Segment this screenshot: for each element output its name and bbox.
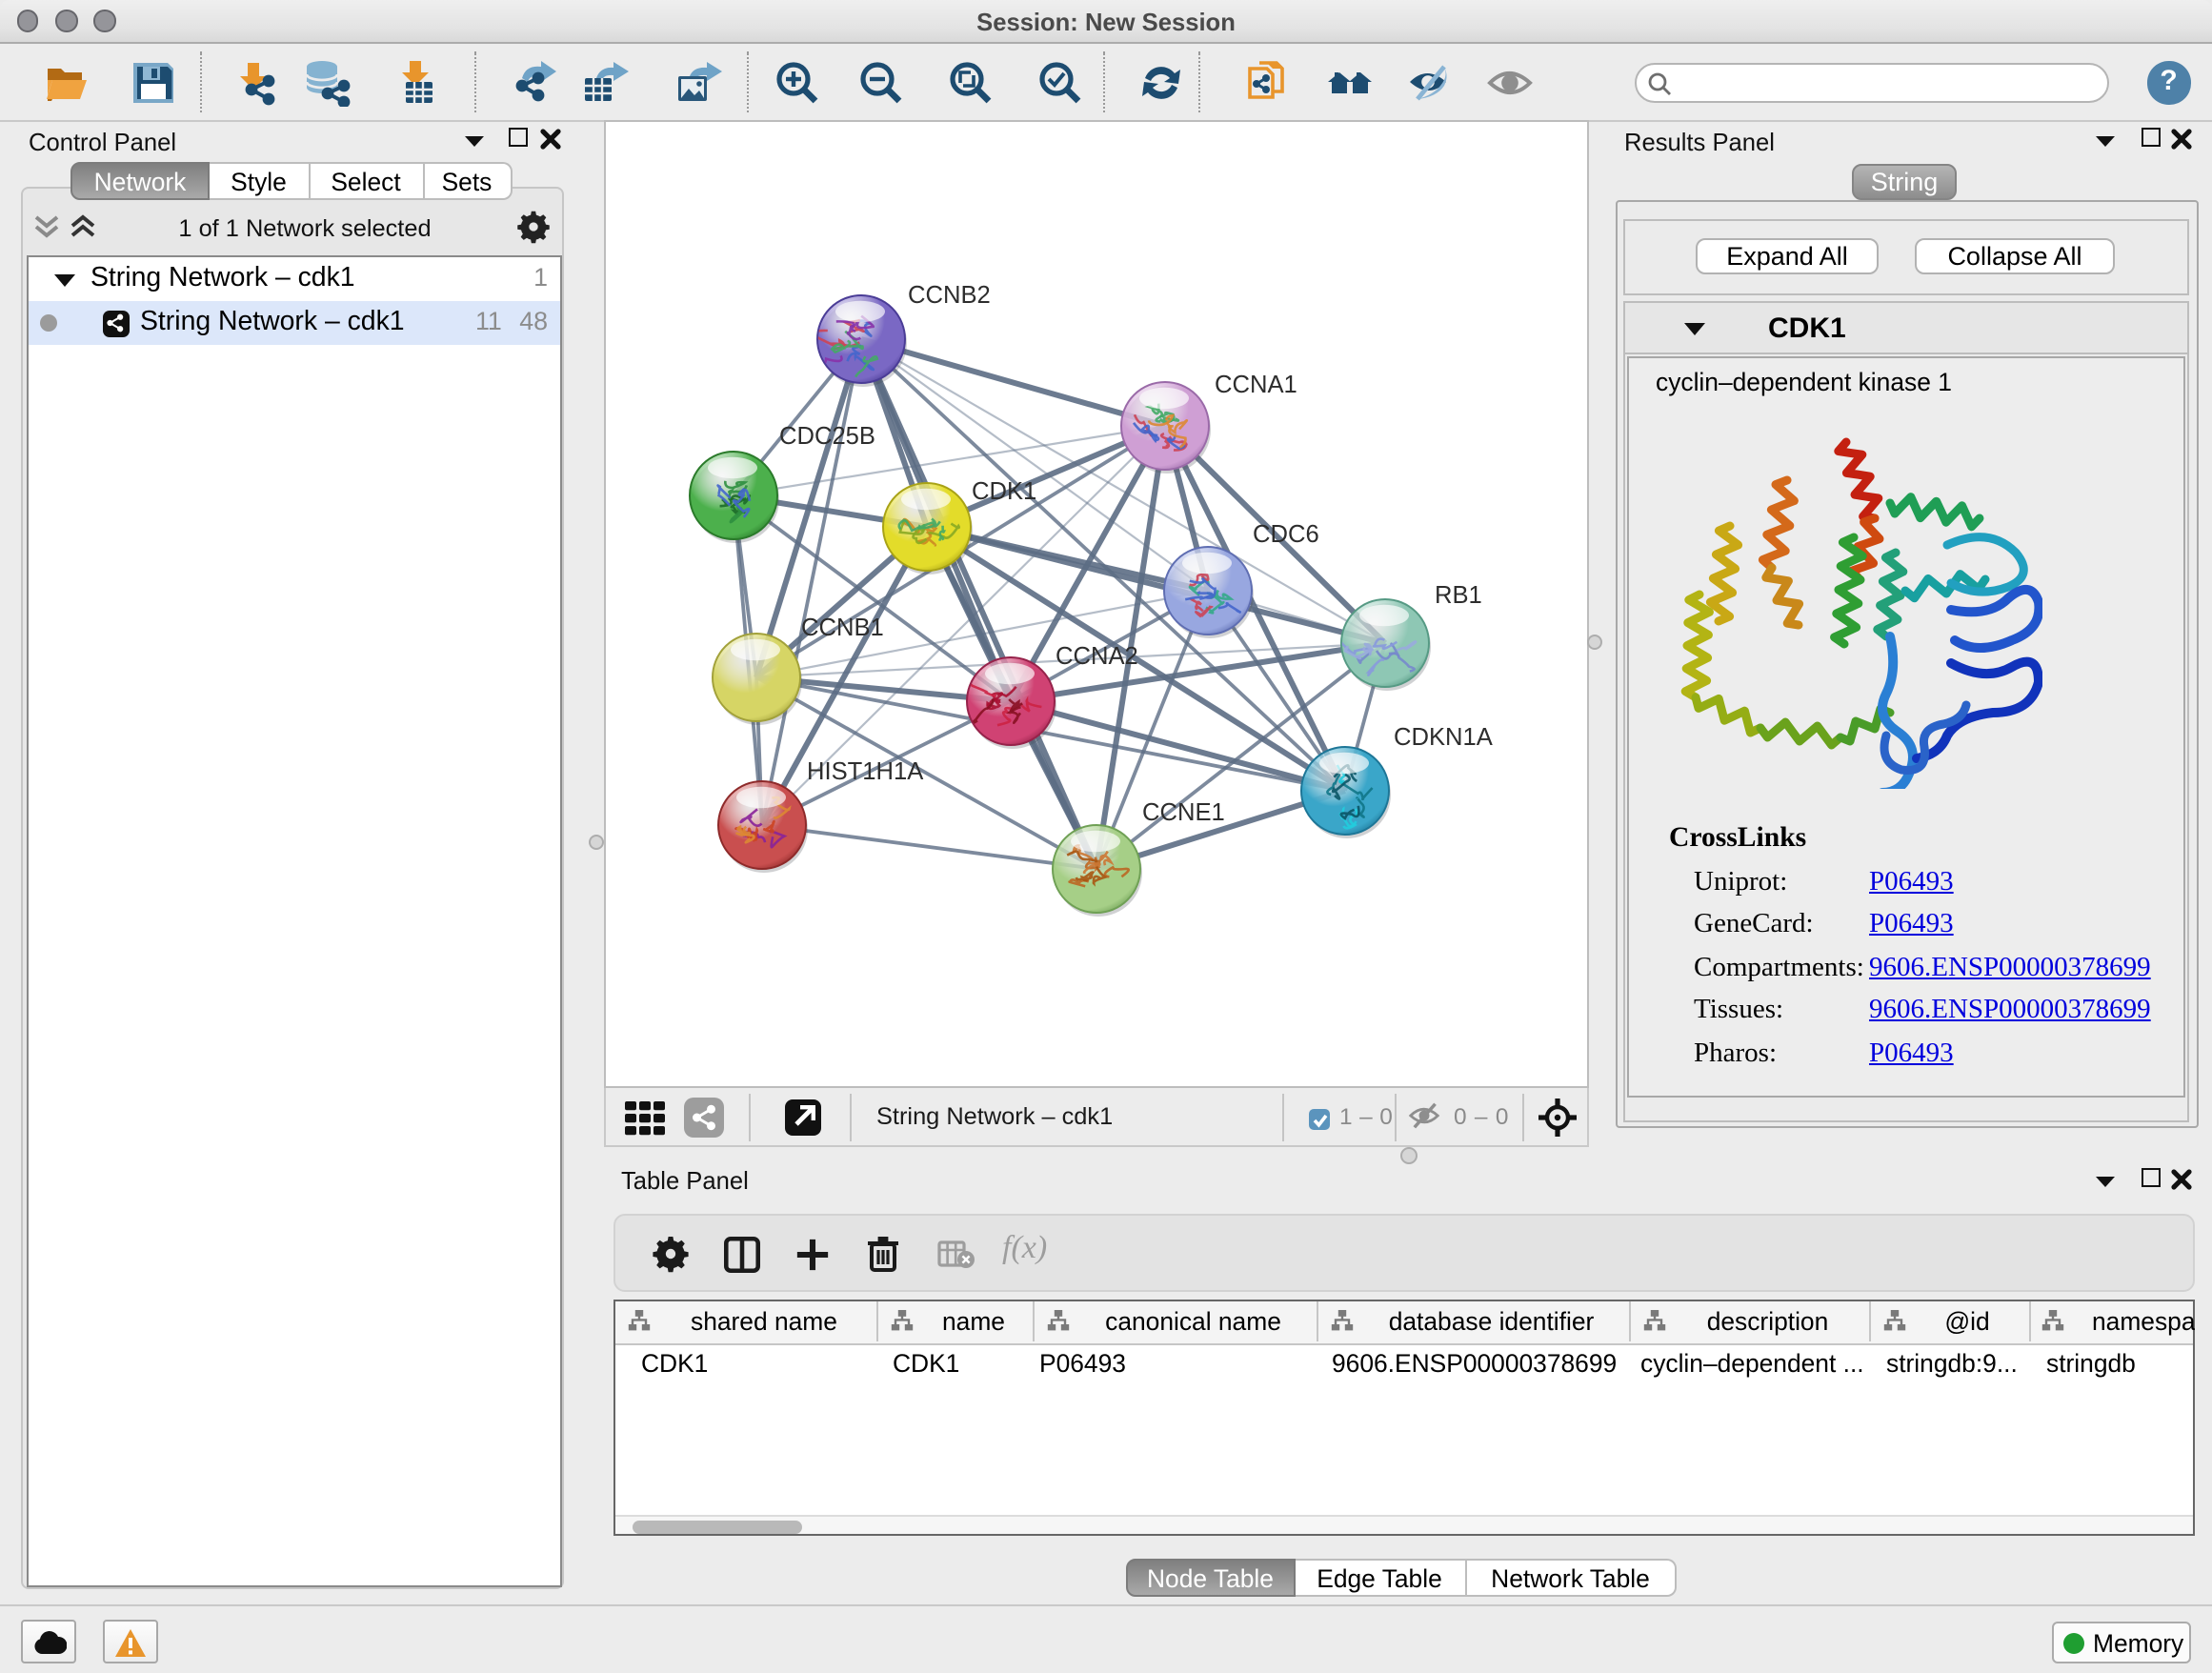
svg-text:CCNB2: CCNB2 (908, 281, 991, 308)
svg-text:HIST1H1A: HIST1H1A (807, 757, 924, 784)
svg-text:CDC6: CDC6 (1253, 520, 1319, 547)
svg-text:CDC25B: CDC25B (779, 422, 875, 449)
svg-text:CCNA1: CCNA1 (1215, 371, 1297, 397)
svg-text:CCNE1: CCNE1 (1142, 798, 1225, 825)
svg-text:CCNB1: CCNB1 (801, 614, 884, 640)
svg-text:CCNA2: CCNA2 (1056, 642, 1138, 669)
svg-text:RB1: RB1 (1435, 581, 1482, 608)
svg-text:CDKN1A: CDKN1A (1394, 723, 1494, 750)
svg-text:CDK1: CDK1 (972, 477, 1036, 504)
